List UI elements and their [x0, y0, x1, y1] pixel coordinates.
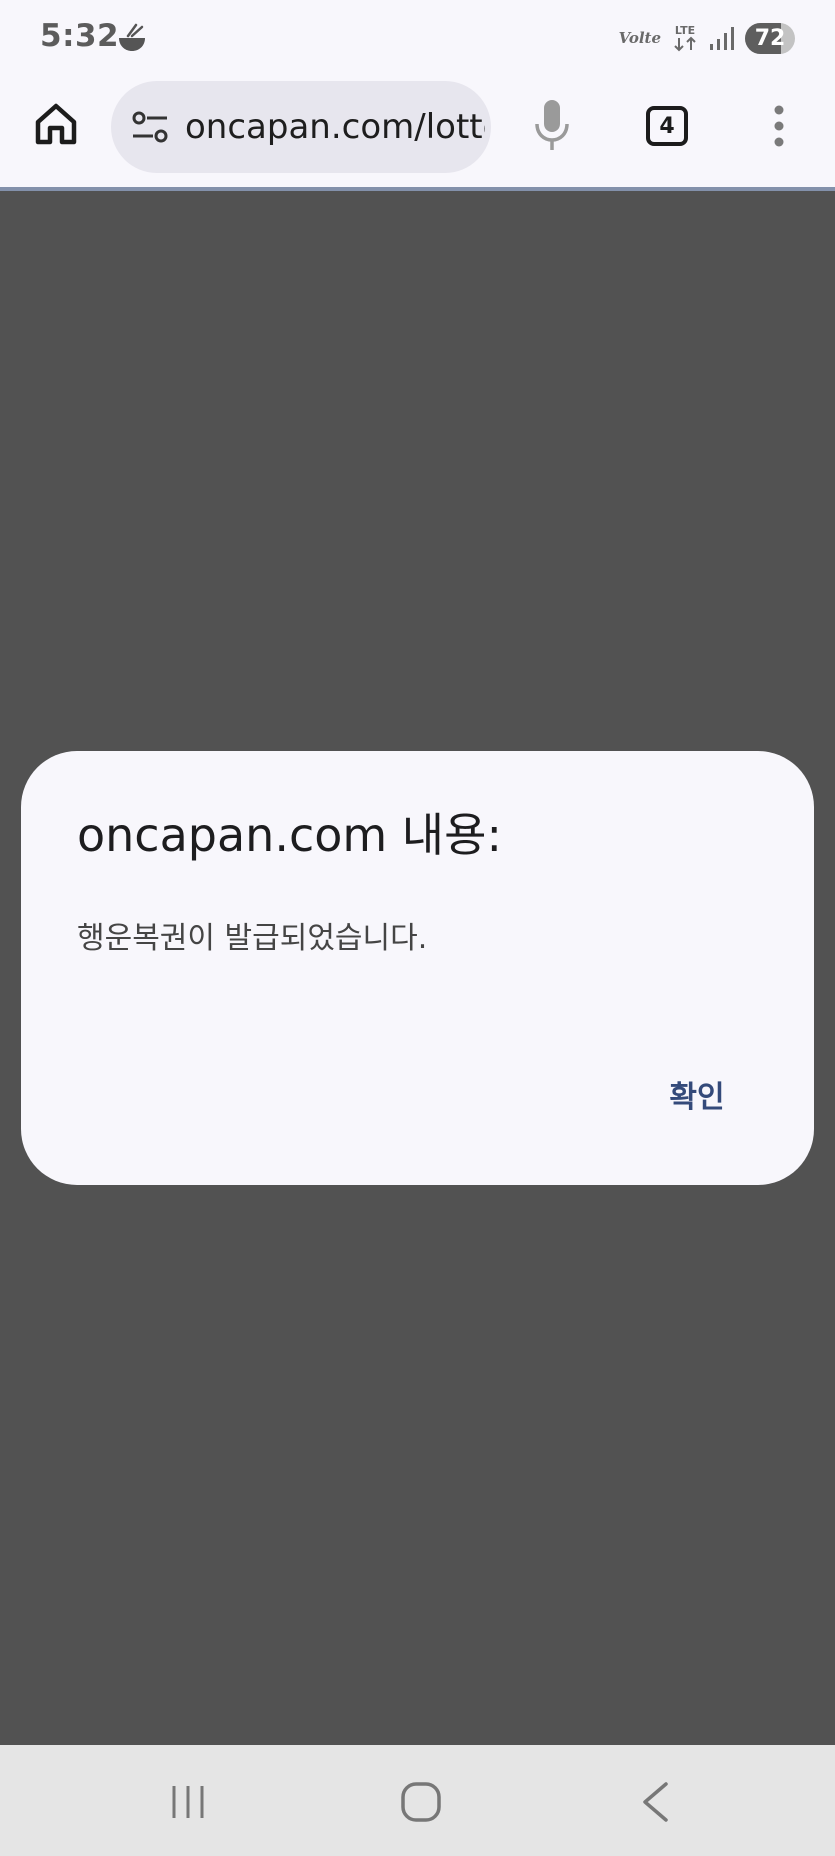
home-circle-icon[interactable] [400, 1781, 442, 1823]
dialog-message: 행운복권이 발급되었습니다. [77, 921, 428, 956]
status-bar: 5:32 Volte LTE 72 [0, 0, 835, 76]
lte-label: LTE [675, 24, 695, 37]
url-text[interactable]: oncapan.com/lotto [185, 103, 485, 151]
battery-indicator: 72 [745, 22, 795, 54]
status-indicators: Volte LTE 72 [619, 18, 795, 58]
dialog-title: oncapan.com 내용: [77, 808, 502, 862]
alert-dialog: oncapan.com 내용: 행운복권이 발급되었습니다. 확인 [21, 751, 814, 1185]
system-nav-bar [0, 1745, 835, 1856]
lte-icon: LTE [671, 22, 699, 54]
battery-level: 72 [754, 25, 786, 51]
confirm-button[interactable]: 확인 [641, 1067, 753, 1121]
recents-icon[interactable] [168, 1782, 208, 1822]
food-bowl-icon [116, 22, 148, 54]
signal-bars-icon [709, 25, 735, 51]
home-icon[interactable] [32, 100, 80, 148]
microphone-icon[interactable] [532, 98, 572, 152]
tune-icon[interactable] [131, 109, 169, 145]
volte-indicator: Volte [618, 29, 661, 47]
status-time: 5:32 [40, 18, 120, 54]
more-vert-icon[interactable] [768, 104, 790, 148]
address-bar[interactable]: oncapan.com/lotto [111, 81, 491, 173]
browser-toolbar: oncapan.com/lotto 4 [0, 76, 835, 191]
back-chevron-icon[interactable] [640, 1781, 670, 1823]
tab-switcher-button[interactable]: 4 [646, 106, 688, 146]
